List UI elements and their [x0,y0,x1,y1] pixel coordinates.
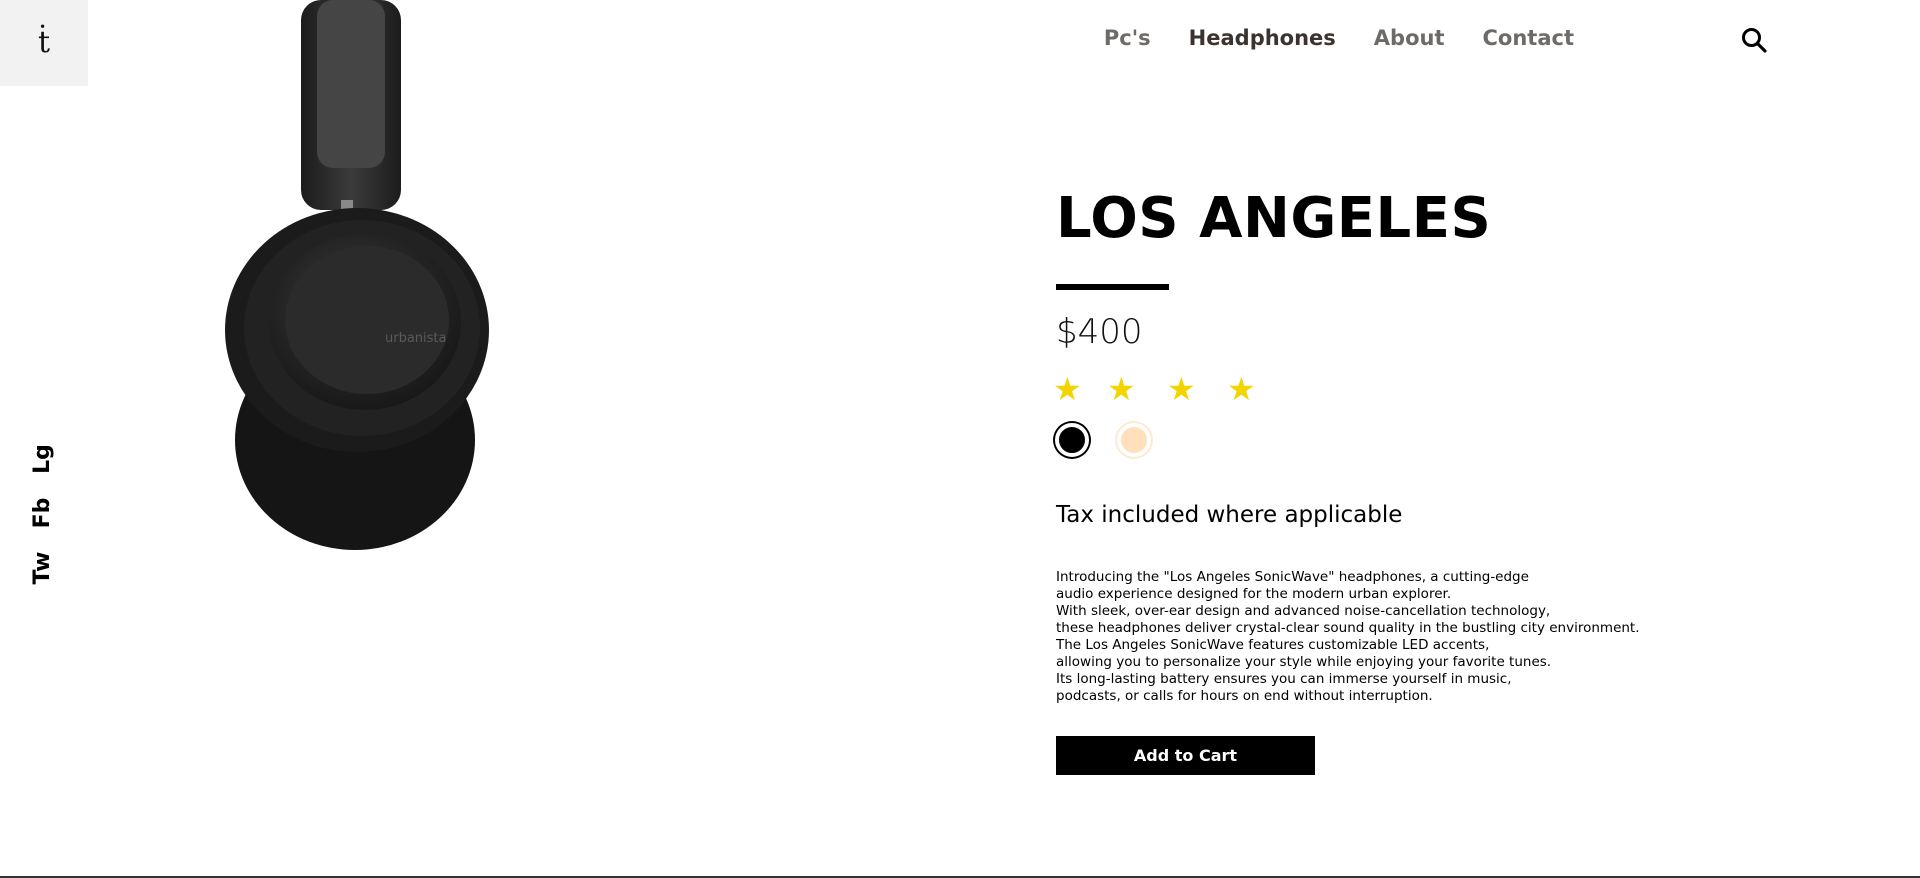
logo[interactable]: ṫ [0,0,88,86]
social-link-tw[interactable]: Tw [28,552,56,585]
description-line: podcasts, or calls for hours on end with… [1056,688,1433,704]
product-title: LOS ANGELES [1056,186,1492,251]
logo-mark: ṫ [37,25,51,60]
nav-item-headphones[interactable]: Headphones [1189,26,1336,50]
star-icon: ★ [1107,370,1136,408]
description-line: allowing you to personalize your style w… [1056,654,1552,670]
nav-item-pcs[interactable]: Pc's [1104,26,1151,50]
tax-note: Tax included where applicable [1056,502,1403,528]
title-underline [1056,284,1169,290]
product-image-headphones: urbanista [225,0,489,550]
description-line: Introducing the "Los Angeles SonicWave" … [1056,569,1529,585]
description-line: The Los Angeles SonicWave features custo… [1056,637,1490,653]
social-links: Lg Fb Tw [28,444,56,590]
color-swatch-cream[interactable] [1117,423,1151,457]
color-options [1055,423,1155,457]
main-nav: Pc's Headphones About Contact [1104,26,1574,50]
search-icon[interactable] [1741,27,1767,53]
social-link-fb[interactable]: Fb [28,498,56,529]
description-line: With sleek, over-ear design and advanced… [1056,603,1551,619]
star-icon: ★ [1227,370,1256,408]
rating-stars: ★ ★ ★ ★ [1053,371,1273,407]
social-link-lg[interactable]: Lg [28,444,56,474]
description-line: audio experience designed for the modern… [1056,586,1452,602]
nav-item-contact[interactable]: Contact [1483,26,1575,50]
nav-item-about[interactable]: About [1374,26,1445,50]
description-line: Its long-lasting battery ensures you can… [1056,671,1512,687]
product-description: Introducing the "Los Angeles SonicWave" … [1056,569,1696,705]
product-price: $400 [1056,312,1143,352]
star-icon: ★ [1167,370,1196,408]
add-to-cart-button[interactable]: Add to Cart [1056,736,1315,775]
product-image-brand: urbanista [385,331,447,346]
color-swatch-black[interactable] [1055,423,1089,457]
star-icon: ★ [1053,370,1082,408]
description-line: these headphones deliver crystal-clear s… [1056,620,1640,636]
